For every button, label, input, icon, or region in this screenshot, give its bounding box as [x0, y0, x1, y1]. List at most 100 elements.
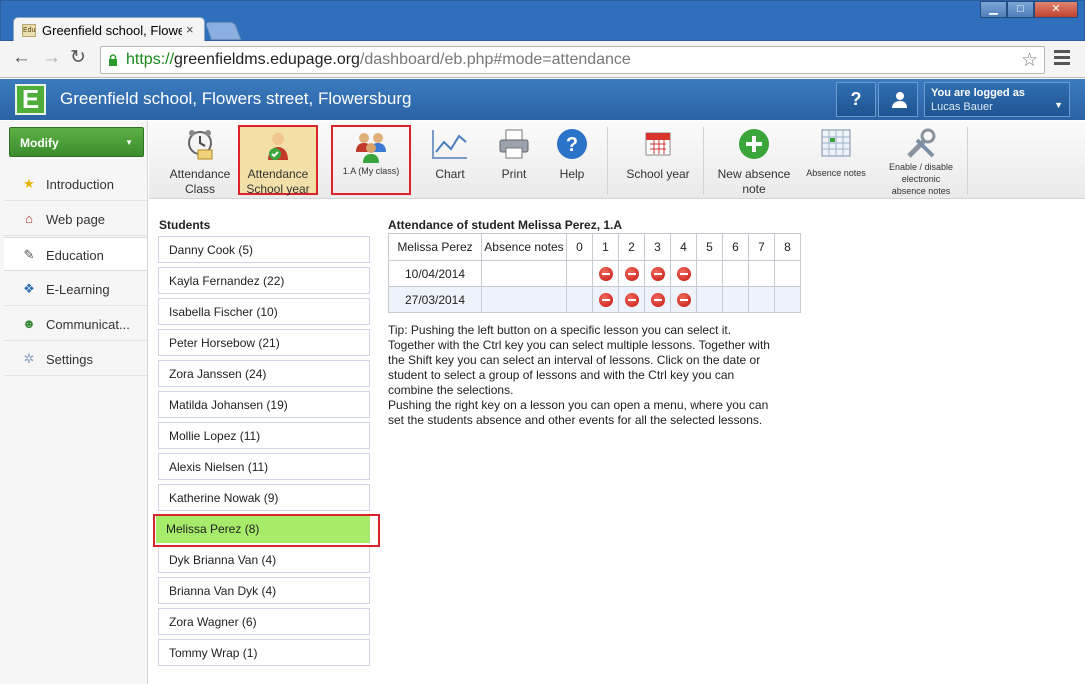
modify-button[interactable]: Modify ▼: [9, 127, 144, 157]
selected-student-highlight: [153, 514, 380, 547]
student-header[interactable]: Melissa Perez: [388, 233, 482, 261]
student-list-item[interactable]: Alexis Nielsen (11): [158, 453, 370, 480]
lesson-header[interactable]: 4: [670, 233, 697, 261]
lesson-cell[interactable]: [696, 286, 723, 313]
student-list-item[interactable]: Zora Janssen (24): [158, 360, 370, 387]
lesson-cell[interactable]: [696, 260, 723, 287]
new-tab-button[interactable]: [204, 22, 242, 40]
school-year-button[interactable]: School year: [619, 125, 697, 195]
lesson-header[interactable]: 2: [618, 233, 645, 261]
ribbon-toolbar: Attendance Class Attendance School year 1.…: [149, 121, 1085, 199]
browser-tab[interactable]: Edu Greenfield school, Flowers ×: [13, 17, 205, 42]
lesson-cell[interactable]: [566, 260, 593, 287]
student-list-item[interactable]: Mollie Lopez (11): [158, 422, 370, 449]
attendance-class-label: Attendance: [169, 167, 231, 181]
tip-line: the Shift key you can select an interval…: [388, 353, 761, 367]
student-name: Zora Wagner (6): [169, 615, 257, 629]
minimize-button[interactable]: ▁: [980, 1, 1007, 18]
help-ribbon-button[interactable]: ? Help: [547, 125, 597, 195]
student-name: Mollie Lopez (11): [169, 429, 261, 443]
student-list-item[interactable]: Tommy Wrap (1): [158, 639, 370, 666]
attendance-school-label: Attendance: [247, 167, 309, 181]
help-button[interactable]: ?: [836, 82, 876, 117]
tip-text: Tip: Pushing the left button on a specif…: [388, 323, 788, 428]
lesson-cell[interactable]: [722, 286, 749, 313]
lesson-cell[interactable]: [592, 286, 619, 313]
lesson-cell[interactable]: [592, 260, 619, 287]
browser-menu-icon[interactable]: [1054, 50, 1070, 68]
student-list-item[interactable]: Peter Horsebow (21): [158, 329, 370, 356]
user-settings-button[interactable]: [878, 82, 918, 117]
lesson-header[interactable]: 8: [774, 233, 801, 261]
absence-note-cell[interactable]: [481, 286, 567, 313]
lesson-header[interactable]: 3: [644, 233, 671, 261]
date-cell[interactable]: 27/03/2014: [388, 286, 482, 313]
absence-note-cell[interactable]: [481, 260, 567, 287]
table-header-row: Melissa Perez Absence notes 012345678: [388, 233, 801, 261]
sidebar-item-education[interactable]: ✎ Education: [4, 237, 147, 271]
edupage-logo[interactable]: E: [15, 84, 46, 115]
sidebar-item-web-page[interactable]: ⌂ Web page: [4, 202, 147, 236]
lesson-cell[interactable]: [618, 260, 645, 287]
lesson-cell[interactable]: [618, 286, 645, 313]
lesson-cell[interactable]: [670, 286, 697, 313]
my-class-button[interactable]: 1.A (My class): [331, 125, 411, 195]
lesson-header[interactable]: 6: [722, 233, 749, 261]
tip-line: Pushing the right key on a lesson you ca…: [388, 398, 769, 412]
student-list-item[interactable]: Danny Cook (5): [158, 236, 370, 263]
lesson-cell[interactable]: [774, 260, 801, 287]
date-cell[interactable]: 10/04/2014: [388, 260, 482, 287]
student-list-item[interactable]: Brianna Van Dyk (4): [158, 577, 370, 604]
new-absence-note-button[interactable]: New absence note: [712, 125, 796, 196]
tools-icon: [907, 128, 936, 158]
bookmark-star-icon[interactable]: ☆: [1021, 49, 1038, 72]
tab-close-icon[interactable]: ×: [186, 22, 194, 37]
student-list-item[interactable]: Isabella Fischer (10): [158, 298, 370, 325]
lesson-cell[interactable]: [722, 260, 749, 287]
student-list-item[interactable]: Zora Wagner (6): [158, 608, 370, 635]
sidebar-item-settings[interactable]: ✲ Settings: [4, 342, 147, 376]
maximize-button[interactable]: □: [1007, 1, 1034, 18]
lesson-cell[interactable]: [670, 260, 697, 287]
lesson-header[interactable]: 7: [748, 233, 775, 261]
lesson-cell[interactable]: [644, 286, 671, 313]
login-dropdown[interactable]: You are logged as Lucas Bauer ▼: [924, 82, 1070, 117]
reload-icon[interactable]: ↻: [70, 48, 86, 68]
student-list-item[interactable]: Katherine Nowak (9): [158, 484, 370, 511]
lesson-cell[interactable]: [748, 286, 775, 313]
address-bar[interactable]: https://greenfieldms.edupage.org/dashboa…: [100, 46, 1045, 74]
absence-notes-button[interactable]: Absence notes: [801, 125, 871, 195]
sidebar-item-e-learning[interactable]: ❖ E-Learning: [4, 272, 147, 306]
student-name: Matilda Johansen (19): [169, 398, 288, 412]
sidebar-item-communication[interactable]: ☻ Communicat...: [4, 307, 147, 341]
lesson-cell[interactable]: [644, 260, 671, 287]
lesson-header[interactable]: 0: [566, 233, 593, 261]
enable-electronic-notes-button[interactable]: Enable / disable electronic absence notes: [879, 125, 963, 196]
student-name: Tommy Wrap (1): [169, 646, 258, 660]
calendar-icon: [645, 132, 671, 156]
chart-button[interactable]: Chart: [423, 125, 477, 195]
attendance-class-button[interactable]: Attendance Class: [164, 125, 236, 196]
lesson-cell[interactable]: [566, 286, 593, 313]
student-list-item[interactable]: Matilda Johansen (19): [158, 391, 370, 418]
lesson-header[interactable]: 1: [592, 233, 619, 261]
sidebar-item-introduction[interactable]: ★ Introduction: [4, 167, 147, 201]
back-arrow-icon[interactable]: ←: [12, 48, 31, 68]
lesson-cell[interactable]: [748, 260, 775, 287]
people-icon: ☻: [22, 316, 36, 331]
ribbon-separator: [967, 127, 968, 195]
help-icon: ?: [557, 129, 587, 159]
student-list-item[interactable]: Dyk Brianna Van (4): [158, 546, 370, 573]
lesson-header[interactable]: 5: [696, 233, 723, 261]
tip-line: set the students absence and other event…: [388, 413, 763, 427]
sidebar-item-label: Education: [46, 248, 104, 263]
tab-title: Greenfield school, Flowers: [42, 23, 182, 38]
close-window-button[interactable]: ✕: [1034, 1, 1078, 18]
student-list-item[interactable]: Kayla Fernandez (22): [158, 267, 370, 294]
url-text: https://greenfieldms.edupage.org/dashboa…: [126, 51, 631, 69]
lesson-cell[interactable]: [774, 286, 801, 313]
notes-header: Absence notes: [481, 233, 567, 261]
print-button[interactable]: Print: [489, 125, 539, 195]
attendance-school-year-button[interactable]: Attendance School year: [238, 125, 318, 196]
forward-arrow-icon[interactable]: →: [42, 48, 61, 68]
